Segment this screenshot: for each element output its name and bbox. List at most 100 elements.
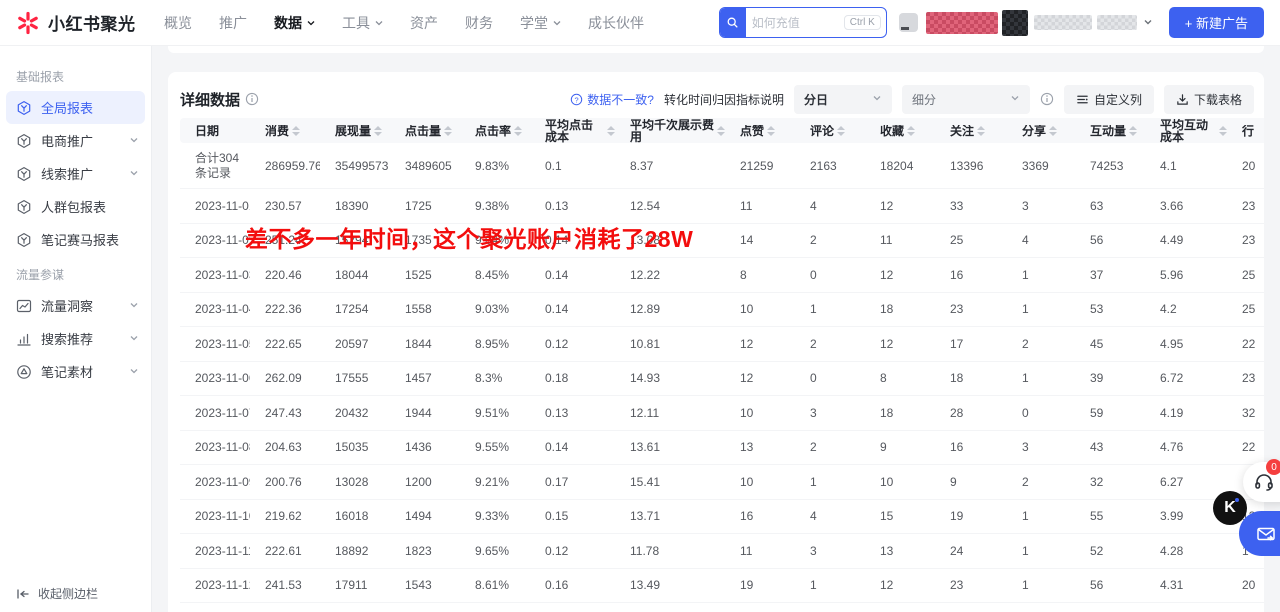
sort-icon[interactable]	[292, 126, 300, 136]
sidebar-item[interactable]: 笔记赛马报表	[0, 223, 151, 256]
sort-icon[interactable]	[767, 126, 775, 136]
column-header[interactable]: 平均互动成本	[1145, 119, 1227, 143]
table-cell: 11	[725, 544, 795, 558]
column-header[interactable]: 关注	[935, 125, 1007, 137]
table-cell: 0.18	[530, 371, 615, 385]
column-header[interactable]: 分享	[1007, 125, 1075, 137]
chevron-down-icon	[306, 18, 315, 27]
sidebar-item[interactable]: 全局报表	[6, 91, 145, 124]
sidebar-item[interactable]: 笔记素材	[0, 355, 151, 388]
table-cell: 9	[865, 440, 935, 454]
data-inconsistent-link[interactable]: ? 数据不一致?	[570, 91, 654, 108]
table-cell: 5.96	[1145, 268, 1227, 282]
column-header[interactable]: 展现量	[320, 125, 390, 137]
collapse-sidebar-button[interactable]: 收起侧边栏	[16, 585, 98, 602]
table-cell: 2023-11-02	[180, 233, 250, 247]
table-cell: 18892	[320, 544, 390, 558]
segment-select[interactable]: 细分	[902, 85, 1030, 114]
table-cell: 12	[725, 371, 795, 385]
table-cell: 15035	[320, 440, 390, 454]
sort-icon[interactable]	[1129, 126, 1137, 136]
account-switcher[interactable]	[918, 10, 1153, 36]
top-nav: 小红书聚光 概览推广数据工具资产财务学堂成长伙伴 Ctrl K +	[0, 0, 1280, 46]
table-cell: 1944	[390, 406, 460, 420]
column-header[interactable]: 收藏	[865, 125, 935, 137]
table-cell: 17	[935, 337, 1007, 351]
sort-icon[interactable]	[907, 126, 915, 136]
table-cell: 3489605	[390, 159, 460, 173]
table-cell: 56	[1075, 233, 1145, 247]
table-cell: 0.14	[530, 302, 615, 316]
sort-icon[interactable]	[1049, 126, 1057, 136]
table-cell: 2023-11-03	[180, 268, 250, 282]
column-header[interactable]: 消费	[250, 125, 320, 137]
report-icon	[16, 199, 32, 215]
search-box[interactable]: Ctrl K	[719, 7, 887, 38]
table-cell: 6.27	[1145, 475, 1227, 489]
sort-icon[interactable]	[977, 126, 985, 136]
column-header[interactable]: 点击率	[460, 125, 530, 137]
column-header[interactable]: 点赞	[725, 125, 795, 137]
search-input[interactable]	[746, 16, 844, 30]
table-cell: 53	[1075, 302, 1145, 316]
sidebar-item[interactable]: 线索推广	[0, 157, 151, 190]
new-ad-button[interactable]: + 新建广告	[1169, 7, 1264, 38]
table-cell: 59	[1075, 406, 1145, 420]
sort-icon[interactable]	[514, 126, 522, 136]
table-cell: 0.13	[530, 199, 615, 213]
download-table-button[interactable]: 下载表格	[1164, 85, 1254, 114]
table-cell: 18	[865, 406, 935, 420]
sort-icon[interactable]	[1219, 126, 1227, 136]
table-cell: 74253	[1075, 159, 1145, 173]
table-cell: 4.19	[1145, 406, 1227, 420]
segment-info-icon[interactable]	[1040, 92, 1054, 106]
table-cell: 2023-11-10	[180, 509, 250, 523]
table-cell: 2	[795, 233, 865, 247]
sort-icon[interactable]	[837, 126, 845, 136]
account-avatar[interactable]	[899, 13, 918, 32]
sort-icon[interactable]	[374, 126, 382, 136]
sidebar-item[interactable]: 电商推广	[0, 124, 151, 157]
table-cell: 55	[1075, 509, 1145, 523]
nav-item[interactable]: 学堂	[520, 13, 561, 33]
sort-icon[interactable]	[717, 126, 725, 136]
column-header[interactable]: 点击量	[390, 125, 460, 137]
report-icon	[16, 100, 32, 116]
sort-icon[interactable]	[607, 126, 615, 136]
nav-item[interactable]: 资产	[410, 13, 438, 33]
table-cell: 4	[795, 509, 865, 523]
sidebar-item[interactable]: 人群包报表	[0, 190, 151, 223]
brand[interactable]: 小红书聚光	[0, 10, 150, 35]
column-header[interactable]: 评论	[795, 125, 865, 137]
nav-item[interactable]: 推广	[219, 13, 247, 33]
nav-item[interactable]: 工具	[342, 13, 383, 33]
table-cell: 10	[865, 475, 935, 489]
sidebar-item[interactable]: 流量洞察	[0, 289, 151, 322]
sidebar-sections: 基础报表全局报表电商推广线索推广人群包报表笔记赛马报表流量参谋流量洞察搜索推荐笔…	[0, 68, 151, 388]
column-header[interactable]: 互动量	[1075, 125, 1145, 137]
column-header[interactable]: 平均点击成本	[530, 119, 615, 143]
sidebar-item[interactable]: 搜索推荐	[0, 322, 151, 355]
nav-item[interactable]: 概览	[164, 13, 192, 33]
search-icon[interactable]	[720, 7, 746, 38]
nav-item[interactable]: 数据	[274, 13, 315, 33]
table-cell: 9.33%	[460, 509, 530, 523]
customize-columns-button[interactable]: 自定义列	[1064, 85, 1154, 114]
sort-icon[interactable]	[444, 126, 452, 136]
svg-text:?: ?	[575, 95, 579, 104]
table-cell: 21259	[725, 159, 795, 173]
report-icon	[16, 232, 32, 248]
table-cell: 20	[1227, 578, 1264, 592]
info-icon[interactable]	[245, 92, 259, 106]
chevron-down-icon	[552, 18, 561, 27]
nav-item[interactable]: 成长伙伴	[588, 13, 644, 33]
table-cell: 23	[1227, 233, 1264, 247]
table-cell: 1823	[390, 544, 460, 558]
table-cell: 17555	[320, 371, 390, 385]
feedback-mail-button[interactable]	[1239, 511, 1280, 556]
table-cell: 2	[1007, 475, 1075, 489]
granularity-select[interactable]: 分日	[794, 85, 892, 114]
brand-float-avatar[interactable]: K	[1213, 491, 1247, 525]
nav-item[interactable]: 财务	[465, 13, 493, 33]
column-header[interactable]: 平均千次展示费用	[615, 119, 725, 143]
